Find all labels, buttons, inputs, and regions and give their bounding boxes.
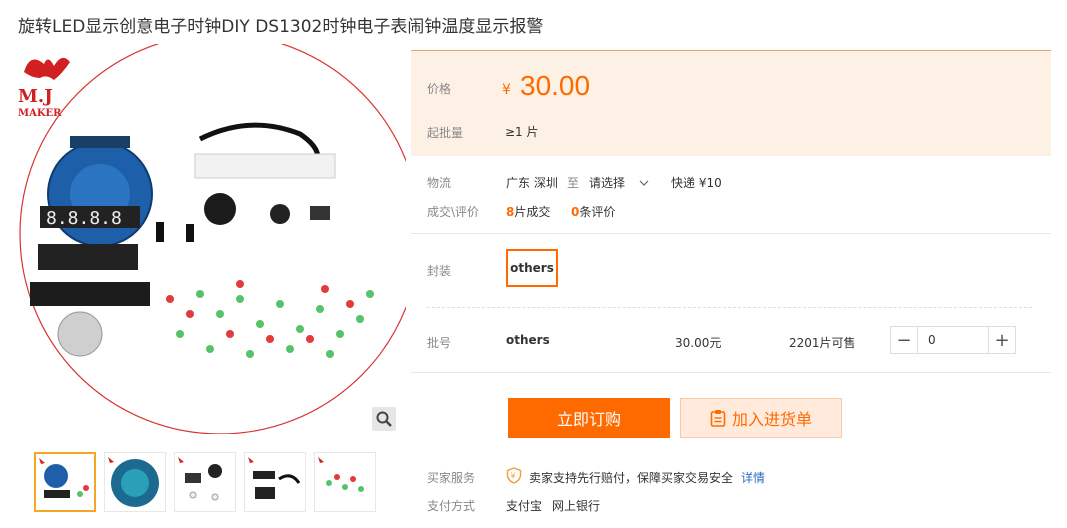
payment-method-netbank: 网上银行 [552, 499, 601, 513]
destination-select[interactable]: 请选择 [589, 174, 649, 191]
main-product-image[interactable]: M.J MAKER 8.8.8.8 [10, 44, 406, 434]
batch-label: 批号 [427, 336, 452, 350]
divider [411, 233, 1051, 234]
divider [427, 307, 1032, 308]
price-value: 30.00 [520, 70, 591, 101]
quantity-input[interactable]: 0 [917, 327, 989, 353]
deals-label: 成交\评价 [427, 205, 480, 219]
payment-label: 支付方式 [427, 499, 476, 513]
service-label: 买家服务 [427, 471, 476, 485]
ship-from: 广东 深圳 [506, 176, 558, 190]
add-to-cart-button[interactable]: 加入进货单 [680, 398, 842, 438]
min-order-value: ≥1 片 [505, 125, 539, 139]
review-count-block[interactable]: 0条评价 [571, 203, 615, 220]
divider [411, 372, 1051, 373]
package-label: 封装 [427, 264, 452, 278]
clipboard-icon [710, 410, 726, 427]
zoom-button[interactable] [372, 407, 396, 431]
quantity-stepper: − 0 + [890, 326, 1016, 354]
price-label: 价格 [427, 82, 452, 96]
thumbnail-strip [34, 452, 384, 512]
brand-logo: M.J MAKER [18, 57, 70, 119]
svg-text:M.J: M.J [18, 86, 53, 107]
review-text: 条评价 [579, 205, 616, 219]
shield-icon: ¥ [506, 467, 522, 484]
magnifier-icon [376, 411, 392, 427]
thumbnail-1[interactable] [34, 452, 96, 512]
destination-select-label: 请选择 [589, 176, 626, 190]
batch-price: 30.00元 [675, 336, 722, 350]
ship-to-word: 至 [567, 176, 580, 190]
decrement-button[interactable]: − [891, 327, 917, 353]
shipping-fee: 快递 ¥10 [671, 176, 722, 190]
sold-text: 片成交 [514, 205, 551, 219]
package-option-others[interactable]: others [506, 249, 558, 287]
thumbnail-5[interactable] [314, 452, 376, 512]
sold-count-block[interactable]: 8片成交 [506, 203, 550, 220]
svg-text:¥: ¥ [511, 472, 516, 481]
thumbnail-3[interactable] [174, 452, 236, 512]
product-gallery: M.J MAKER 8.8.8.8 [10, 44, 406, 434]
add-to-cart-label: 加入进货单 [731, 410, 812, 429]
service-text: 卖家支持先行赔付，保障买家交易安全 [529, 471, 734, 485]
thumbnail-2[interactable] [104, 452, 166, 512]
batch-value: others [506, 333, 550, 347]
thumbnail-4[interactable] [244, 452, 306, 512]
batch-stock: 2201片可售 [789, 336, 856, 350]
product-title: 旋转LED显示创意电子时钟DIY DS1302时钟电子表闹钟温度显示报警 [18, 17, 544, 37]
buy-now-button[interactable]: 立即订购 [508, 398, 670, 438]
increment-button[interactable]: + [989, 327, 1015, 353]
min-order-label: 起批量 [427, 126, 464, 140]
logistics-label: 物流 [427, 176, 452, 190]
price-panel [411, 50, 1051, 156]
chevron-down-icon [639, 180, 649, 186]
svg-text:MAKER: MAKER [18, 108, 62, 119]
currency-symbol: ¥ [502, 82, 511, 98]
service-details-link[interactable]: 详情 [741, 469, 765, 486]
svg-text:8.8.8.8: 8.8.8.8 [46, 208, 122, 229]
payment-method-alipay: 支付宝 [506, 499, 543, 513]
